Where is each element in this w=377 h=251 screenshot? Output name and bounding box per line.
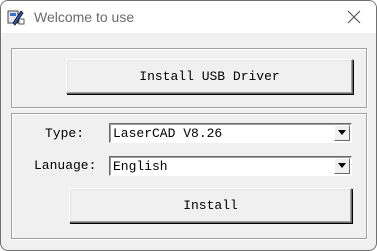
type-select[interactable]: LaserCAD V8.26 xyxy=(109,123,352,143)
type-select-value: LaserCAD V8.26 xyxy=(113,126,223,141)
title-bar: Welcome to use xyxy=(1,1,376,33)
language-label: Lanuage: xyxy=(34,158,97,173)
install-usb-driver-label: Install USB Driver xyxy=(139,69,280,84)
language-select[interactable]: English xyxy=(109,156,352,176)
close-icon xyxy=(347,10,361,24)
install-button[interactable]: Install xyxy=(69,188,352,223)
chevron-down-icon xyxy=(338,163,346,168)
driver-group: Install USB Driver xyxy=(11,48,367,108)
type-label: Type: xyxy=(45,126,85,141)
window-title: Welcome to use xyxy=(34,9,135,25)
settings-group: Type: LaserCAD V8.26 Lanuage: English In… xyxy=(11,113,367,239)
install-usb-driver-button[interactable]: Install USB Driver xyxy=(66,59,353,94)
language-select-value: English xyxy=(113,159,168,174)
install-button-label: Install xyxy=(183,198,238,213)
dialog-window: Welcome to use Install USB Driver Type: … xyxy=(0,0,377,251)
close-button[interactable] xyxy=(332,1,376,33)
chevron-down-icon xyxy=(338,130,346,135)
type-dropdown-button[interactable] xyxy=(334,125,350,141)
language-dropdown-button[interactable] xyxy=(334,158,350,174)
app-icon xyxy=(7,8,25,26)
